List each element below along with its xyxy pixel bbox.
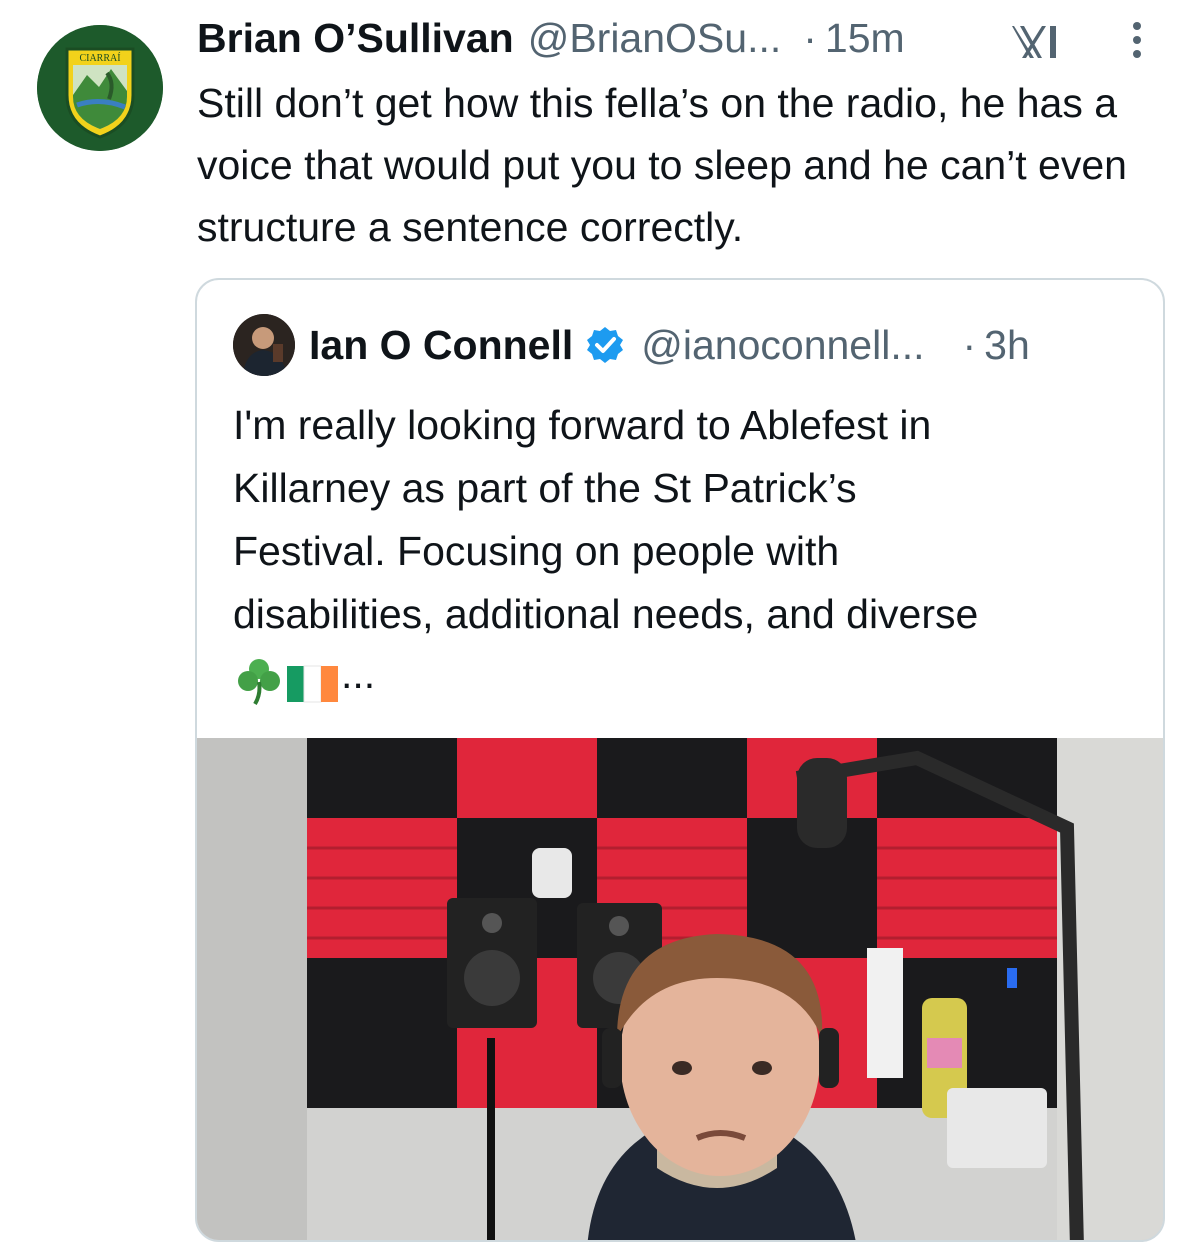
author-handle[interactable]: @BrianOSu... — [528, 15, 782, 62]
emoji-line: ... — [233, 646, 1133, 706]
quoted-timestamp[interactable]: 3h — [984, 322, 1030, 369]
quoted-separator-dot: · — [962, 321, 977, 368]
quoted-text-line: Festival. Focusing on people with — [233, 528, 840, 574]
quoted-text-line: disabilities, additional needs, and dive… — [233, 591, 979, 637]
quoted-author-handle[interactable]: @ianoconnell... — [641, 322, 924, 369]
quoted-tweet-header: Ian O Connell @ianoconnell... · 3h — [233, 314, 1133, 376]
kerry-crest-icon: CIARRAÍ — [37, 25, 163, 151]
separator-dot: · — [803, 14, 817, 61]
person-photo-icon — [233, 314, 295, 376]
author-avatar[interactable]: CIARRAÍ — [37, 25, 163, 151]
quoted-author-avatar[interactable] — [233, 314, 295, 376]
author-name[interactable]: Brian O’Sullivan — [197, 15, 514, 62]
crest-label: CIARRAÍ — [79, 52, 121, 64]
quoted-tweet-text: I'm really looking forward to Ablefest i… — [233, 394, 1133, 706]
quoted-author-name[interactable]: Ian O Connell — [309, 322, 573, 369]
quoted-media-image[interactable] — [197, 738, 1163, 1240]
tweet-text: Still don’t get how this fella’s on the … — [197, 80, 1127, 250]
verified-badge-icon — [587, 327, 624, 363]
shamrock-icon — [238, 659, 280, 706]
studio-photo — [197, 738, 1163, 1240]
tweet-timestamp[interactable]: 15m — [825, 15, 905, 62]
quoted-text-line: Killarney as part of the St Patrick’s — [233, 465, 857, 511]
quoted-text-line: I'm really looking forward to Ablefest i… — [233, 402, 932, 448]
more-options-icon[interactable] — [1122, 14, 1152, 64]
ireland-flag-icon — [287, 665, 338, 703]
quoted-tweet-card[interactable]: Ian O Connell @ianoconnell... · 3h I'm r… — [195, 278, 1165, 1242]
truncation-ellipsis: ... — [341, 651, 376, 697]
x-logo-icon — [1012, 26, 1056, 58]
